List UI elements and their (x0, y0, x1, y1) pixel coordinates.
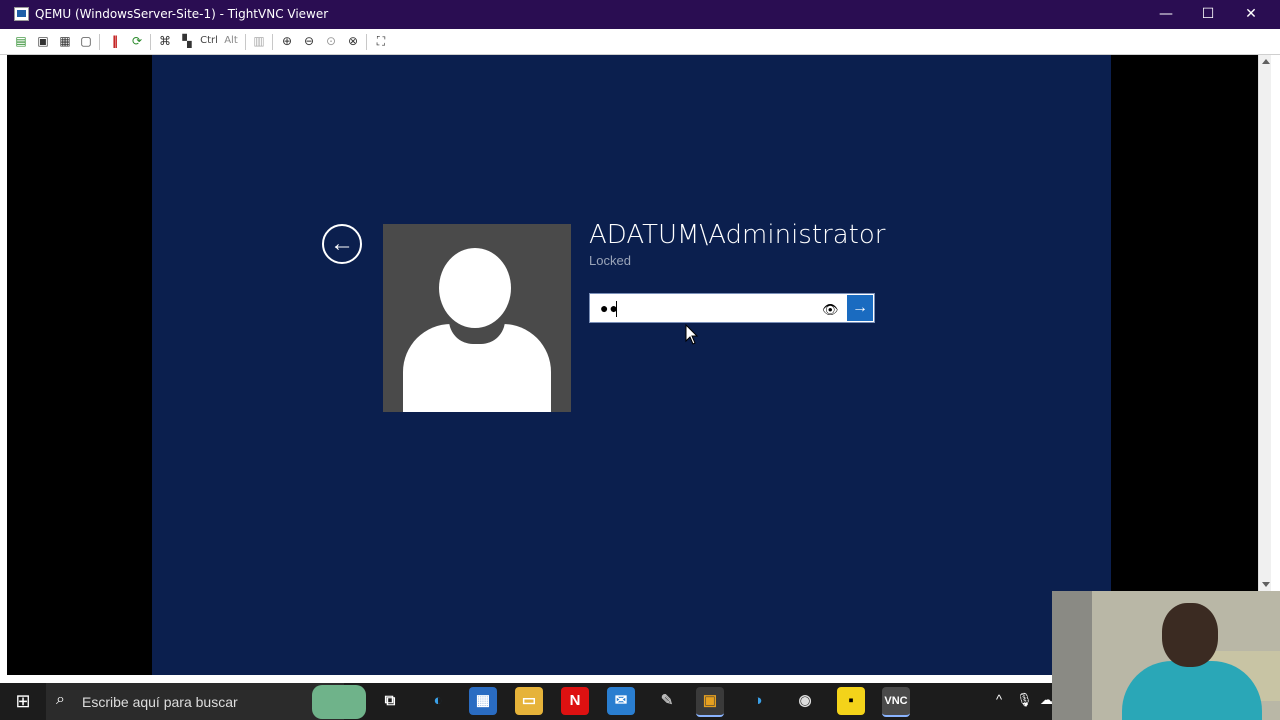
start-button[interactable]: ⊞ (0, 683, 46, 720)
transfer-files-icon[interactable]: ▥ (251, 33, 267, 49)
file-explorer-icon[interactable]: ▭ (515, 687, 543, 715)
scroll-down-icon[interactable] (1262, 582, 1270, 587)
ctrl-key-button[interactable]: Ctrl (199, 33, 219, 49)
connection-info-icon[interactable]: ▢ (78, 33, 94, 49)
save-icon[interactable]: ▣ (35, 33, 51, 49)
sticky-notes-icon[interactable]: ▪ (837, 687, 865, 715)
pause-icon[interactable]: ‖ (107, 33, 123, 49)
toolbar-separator (366, 34, 367, 50)
webcam-curtain (1052, 591, 1092, 720)
search-placeholder: Escribe aquí para buscar (82, 694, 238, 710)
refresh-icon[interactable]: ⟳ (129, 33, 145, 49)
lock-status: Locked (589, 253, 631, 268)
minimize-button[interactable]: — (1144, 0, 1188, 29)
options-icon[interactable]: ▦ (57, 33, 73, 49)
scroll-up-icon[interactable] (1262, 59, 1270, 64)
virtualbox-icon[interactable]: ▣ (696, 687, 724, 717)
ctrl-alt-del-icon[interactable]: ⌘ (157, 33, 173, 49)
back-arrow-button[interactable]: ← (322, 224, 362, 264)
obs-recording-icon[interactable]: ◉ (791, 687, 819, 715)
alt-key-button[interactable]: Alt (222, 33, 240, 49)
edge-dev-icon[interactable]: ◑ (744, 687, 772, 715)
tightvnc-app-icon[interactable] (14, 7, 29, 21)
microphone-icon[interactable]: 🎙 (1016, 692, 1033, 708)
toolbar-separator (150, 34, 151, 50)
toolbar-separator (99, 34, 100, 50)
zoom-out-icon[interactable]: ⊖ (301, 33, 317, 49)
user-avatar (383, 224, 571, 412)
zoom-100-icon[interactable]: ⊙ (323, 33, 339, 49)
vnc-toolbar: ▤ ▣ ▦ ▢ ‖ ⟳ ⌘ ▚ Ctrl Alt ▥ ⊕ ⊖ ⊙ ⊗ ⛶ (0, 29, 1280, 55)
taskbar-search-box[interactable]: ⌕ Escribe aquí para buscar (46, 683, 344, 720)
mouse-cursor-icon (685, 324, 699, 345)
vertical-scrollbar[interactable] (1258, 55, 1272, 591)
ctrl-esc-icon[interactable]: ▚ (179, 33, 195, 49)
edge-browser-icon[interactable]: ◐ (424, 687, 452, 715)
tightvnc-taskbar-icon[interactable]: VNC (882, 687, 910, 717)
webcam-overlay (1052, 591, 1280, 720)
webcam-person-head (1162, 603, 1218, 667)
window-title: QEMU (WindowsServer-Site-1) - TightVNC V… (35, 7, 329, 21)
submit-arrow-button[interactable]: → (847, 295, 873, 321)
tray-overflow-icon[interactable]: ^ (996, 692, 1002, 707)
task-view-icon[interactable]: ⧉ (376, 687, 404, 715)
netflix-icon[interactable]: N (561, 687, 589, 715)
reveal-password-icon[interactable]: 👁 (822, 302, 839, 318)
account-name: ADATUM\Administrator (589, 220, 886, 250)
zoom-auto-icon[interactable]: ⊗ (345, 33, 361, 49)
text-caret (616, 301, 617, 317)
store-icon[interactable]: ▦ (469, 687, 497, 715)
webcam-person-body (1122, 661, 1262, 720)
right-edge-strip (1271, 55, 1280, 591)
toolbar-separator (272, 34, 273, 50)
zoom-in-icon[interactable]: ⊕ (279, 33, 295, 49)
window-title-bar: QEMU (WindowsServer-Site-1) - TightVNC V… (0, 0, 1280, 29)
toolbar-separator (245, 34, 246, 50)
close-button[interactable]: ✕ (1229, 0, 1273, 29)
avatar-head (439, 248, 511, 328)
maximize-button[interactable]: ☐ (1186, 0, 1230, 29)
new-connection-icon[interactable]: ▤ (13, 33, 29, 49)
windows-taskbar: ⊞ ⌕ Escribe aquí para buscar ⧉ ◐ ▦ ▭ N ✉… (0, 683, 1053, 720)
password-field[interactable]: ●● 👁 → (589, 293, 875, 323)
fullscreen-icon[interactable]: ⛶ (373, 33, 389, 49)
paint-icon[interactable]: ✎ (653, 687, 681, 715)
search-icon: ⌕ (56, 691, 65, 708)
search-highlight-icon (312, 685, 366, 719)
remote-lock-screen (152, 55, 1111, 675)
mail-icon[interactable]: ✉ (607, 687, 635, 715)
viewport-left-edge (0, 55, 7, 675)
